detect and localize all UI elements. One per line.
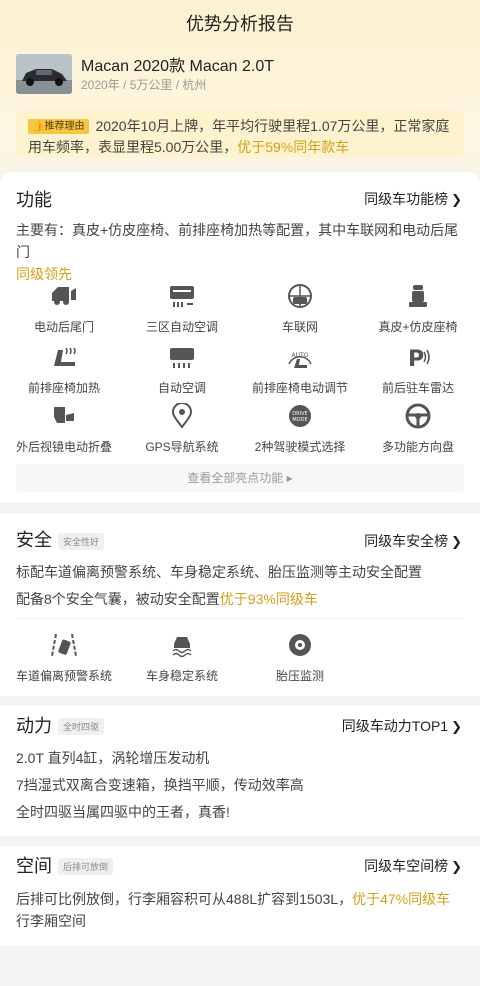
- power-rank-link[interactable]: 同级车动力TOP1 ❯: [342, 716, 462, 736]
- feature-drive-mode: DRIVE MODE 2种驾驶模式选择: [240, 403, 360, 455]
- reason-highlight: 优于59%同年款车: [237, 139, 350, 155]
- chevron-right-icon: ❯: [451, 192, 462, 207]
- chevron-right-icon: ❯: [451, 859, 462, 874]
- space-badge: 后排可放倒: [58, 858, 114, 875]
- function-title: 功能: [16, 190, 52, 210]
- feature-steering: 多功能方向盘: [358, 403, 478, 455]
- feature-connected: 车联网: [240, 283, 360, 335]
- feature-seat-heating: 前排座椅加热: [4, 344, 124, 396]
- steering-wheel-icon: [405, 403, 431, 429]
- power-title: 动力: [16, 716, 52, 736]
- feature-mirror-fold: 外后视镜电动折叠: [4, 403, 124, 455]
- safety-line1: 标配车道偏离预警系统、车身稳定系统、胎压监测等主动安全配置: [16, 564, 422, 580]
- feature-tire-pressure: 胎压监测: [240, 632, 360, 684]
- car-name: Macan 2020款 Macan 2.0T: [81, 58, 274, 75]
- car-thumbnail: [16, 54, 72, 94]
- lane-departure-icon: [51, 633, 77, 657]
- feature-seat: 真皮+仿皮座椅: [358, 283, 478, 335]
- parking-radar-icon: P: [408, 347, 430, 370]
- view-all-features-button[interactable]: 查看全部亮点功能 ▸: [16, 464, 464, 492]
- svg-text:AUTO: AUTO: [292, 352, 309, 359]
- recommend-reason: 👍推荐理由 2020年10月上牌，年平均行驶里程1.07万公里，正常家庭用车频率，…: [16, 110, 464, 158]
- safety-section: 安全 安全性好 同级车安全榜 ❯ 标配车道偏离预警系统、车身稳定系统、胎压监测等主…: [0, 514, 480, 696]
- feature-gps: GPS导航系统: [122, 403, 242, 455]
- power-badge: 全时四驱: [58, 718, 105, 735]
- tire-pressure-icon: [289, 634, 311, 656]
- function-section: 功能 同级车功能榜 ❯ 主要有：真皮+仿皮座椅、前排座椅加热等配置，其中车联网和电…: [0, 172, 480, 502]
- safety-badge: 安全性好: [58, 533, 105, 550]
- tailgate-icon: [52, 287, 76, 305]
- space-title: 空间: [16, 856, 52, 876]
- feature-parking-radar: P 前后驻车雷达: [358, 344, 478, 396]
- feature-tailgate: 电动后尾门: [4, 283, 124, 335]
- auto-ac-icon: [170, 348, 194, 368]
- drive-mode-icon: DRIVEMODE: [289, 405, 311, 427]
- space-rank-link[interactable]: 同级车空间榜 ❯: [364, 856, 462, 876]
- divider: [16, 618, 464, 619]
- svg-text:P: P: [408, 347, 424, 370]
- feature-auto-ac: 自动空调: [122, 344, 242, 396]
- safety-line2: 配备8个安全气囊，被动安全配置优于93%同级车: [16, 591, 318, 607]
- chevron-right-icon: ❯: [451, 719, 462, 734]
- function-rank-link[interactable]: 同级车功能榜 ❯: [364, 189, 462, 209]
- feature-stability: 车身稳定系统: [122, 632, 242, 684]
- feature-ac: 三区自动空调: [122, 283, 242, 335]
- feature-seat-adjust: AUTO 前排座椅电动调节: [240, 344, 360, 396]
- triangle-right-icon: ▸: [286, 471, 293, 485]
- power-section: 动力 全时四驱 同级车动力TOP1 ❯ 2.0T 直列4缸，涡轮增压发动机 7挡湿…: [0, 706, 480, 836]
- stability-icon: [172, 637, 192, 658]
- safety-title: 安全: [16, 530, 52, 550]
- safety-rank-link[interactable]: 同级车安全榜 ❯: [364, 531, 462, 551]
- car-meta: 2020年 / 5万公里 / 杭州: [81, 78, 207, 92]
- function-summary: 主要有：真皮+仿皮座椅、前排座椅加热等配置，其中车联网和电动后尾门 同级领先: [16, 222, 459, 282]
- recommend-tag: 👍推荐理由: [28, 119, 90, 134]
- svg-text:MODE: MODE: [292, 417, 307, 423]
- power-line-1: 2.0T 直列4缸，涡轮增压发动机: [16, 750, 210, 766]
- report-header: 优势分析报告 Macan 2020款 Macan 2.0T 2020年 / 5万…: [0, 0, 480, 186]
- mirror-fold-icon: [54, 407, 74, 423]
- seat-heating-icon: [54, 347, 76, 366]
- ac-icon: [170, 286, 194, 307]
- gps-icon: [171, 403, 193, 429]
- chevron-right-icon: ❯: [451, 534, 462, 549]
- feature-lane-departure: 车道偏离预警系统: [4, 632, 124, 684]
- space-section: 空间 后排可放倒 同级车空间榜 ❯ 后排可比例放倒，行李厢容积可从488L扩容到1…: [0, 846, 480, 946]
- space-text: 后排可比例放倒，行李厢容积可从488L扩容到1503L，优于47%同级车行李厢空…: [16, 891, 451, 929]
- connected-car-icon: [288, 284, 312, 308]
- power-line-2: 7挡湿式双离合变速箱，换挡平顺，传动效率高: [16, 777, 304, 793]
- thumb-up-icon: 👍: [32, 121, 45, 132]
- seat-icon: [409, 285, 427, 307]
- power-line-3: 全时四驱当属四驱中的王者，真香!: [16, 804, 230, 820]
- seat-adjust-icon: AUTO: [288, 352, 312, 368]
- page-title: 优势分析报告: [186, 14, 294, 34]
